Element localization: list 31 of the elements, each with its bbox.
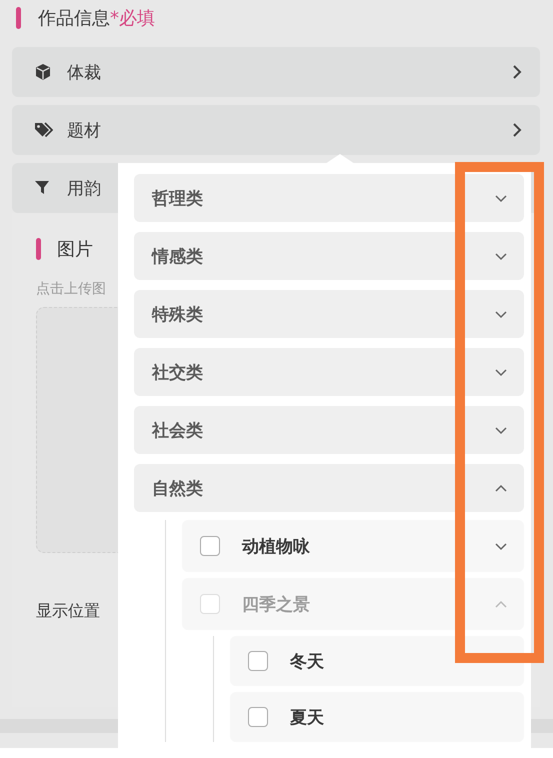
field-label: 题材 [67, 120, 101, 142]
section-title: 作品信息*必填 [38, 7, 155, 30]
tree-item[interactable]: 社交类 [134, 348, 524, 396]
cube-icon [34, 63, 53, 81]
accent-bar [16, 7, 21, 29]
field-row[interactable]: 题材 [12, 105, 540, 155]
field-label: 显示位置 [36, 601, 100, 622]
hint-text: 点击上传图 [36, 280, 107, 298]
item-label: 社会类 [152, 420, 204, 442]
field-label: 用韵 [67, 178, 101, 200]
accent-bar [36, 238, 41, 260]
item-label: 特殊类 [152, 304, 204, 326]
tree-item[interactable]: 特殊类 [134, 290, 524, 338]
tree-item[interactable]: 情感类 [134, 232, 524, 280]
tree-item[interactable]: 动植物咏 [182, 520, 524, 572]
item-label: 四季之景 [242, 594, 311, 616]
item-label: 动植物咏 [242, 536, 311, 558]
tags-icon [34, 121, 53, 139]
item-label: 社交类 [152, 362, 204, 384]
item-label: 自然类 [152, 478, 204, 500]
field-label: 体裁 [67, 62, 101, 84]
item-label: 情感类 [152, 246, 204, 268]
field-row[interactable]: 体裁 [12, 47, 540, 97]
tree-item[interactable]: 社会类 [134, 406, 524, 454]
item-label: 哲理类 [152, 188, 204, 210]
tree-item[interactable]: 自然类 [134, 464, 524, 512]
section-title: 图片 [57, 238, 93, 261]
item-label: 冬天 [290, 650, 325, 672]
tree-item[interactable]: 哲理类 [134, 174, 524, 222]
item-label: 夏天 [290, 706, 325, 728]
checkbox[interactable] [200, 536, 220, 556]
